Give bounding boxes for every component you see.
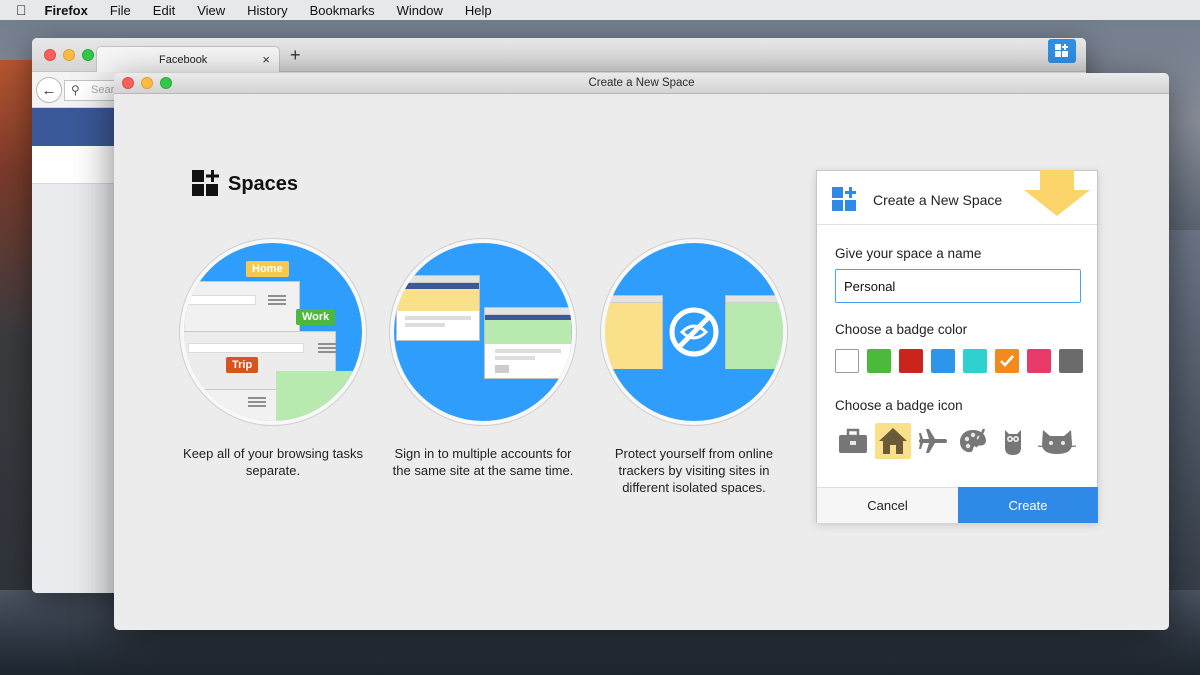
tab-bar: Facebook × + — [32, 38, 1086, 72]
illustration-lines — [268, 295, 286, 306]
dialog-window-controls — [122, 77, 172, 89]
color-swatch-red[interactable] — [899, 349, 923, 373]
tag-home: Home — [246, 261, 289, 277]
color-swatch-green[interactable] — [867, 349, 891, 373]
create-button[interactable]: Create — [958, 487, 1098, 523]
menu-app[interactable]: Firefox — [45, 3, 88, 18]
feature-tracker-protection: Protect yourself from online trackers by… — [601, 239, 787, 496]
color-label: Choose a badge color — [835, 322, 968, 337]
illustration-window — [605, 295, 663, 369]
feature-multiple-accounts: Sign in to multiple accounts for the sam… — [390, 239, 576, 479]
create-space-window: Create a New Space Spaces Home Work Trip — [114, 73, 1169, 630]
color-swatch-turquoise[interactable] — [963, 349, 987, 373]
color-swatches — [835, 349, 1083, 373]
house-icon — [879, 428, 907, 454]
tag-work: Work — [296, 309, 336, 325]
new-tab-button[interactable]: + — [290, 45, 301, 66]
spaces-toolbar-button[interactable] — [1048, 39, 1076, 63]
icon-option-cat[interactable] — [1035, 423, 1079, 459]
menu-file[interactable]: File — [110, 3, 131, 18]
spaces-icon — [832, 187, 856, 211]
icon-option-house[interactable] — [875, 423, 911, 459]
illustration-lines — [248, 397, 266, 408]
no-tracking-icon — [669, 307, 719, 357]
airplane-icon — [919, 429, 947, 453]
cat-icon — [1037, 430, 1077, 454]
back-button[interactable]: ← — [36, 77, 62, 103]
name-label: Give your space a name — [835, 246, 982, 261]
color-swatch-orange[interactable] — [995, 349, 1019, 373]
zoom-window-button[interactable] — [82, 49, 94, 61]
spaces-logo-icon — [192, 170, 219, 196]
tag-trip: Trip — [226, 357, 259, 373]
feature-separate-tasks: Home Work Trip Keep all of your browsing… — [180, 239, 366, 479]
icon-option-airplane[interactable] — [915, 423, 951, 459]
color-swatch-blue[interactable] — [931, 349, 955, 373]
spaces-brand: Spaces — [192, 170, 298, 198]
brand-title: Spaces — [228, 172, 299, 195]
feature-illustration-accounts — [390, 239, 576, 425]
dialog-zoom-button[interactable] — [160, 77, 172, 89]
menu-help[interactable]: Help — [465, 3, 492, 18]
search-icon: ⚲ — [71, 83, 80, 97]
icon-label: Choose a badge icon — [835, 398, 963, 413]
illustration-bar — [188, 295, 256, 305]
arrow-down-icon — [1024, 170, 1090, 216]
dialog-close-button[interactable] — [122, 77, 134, 89]
menu-edit[interactable]: Edit — [153, 3, 175, 18]
feature-caption: Sign in to multiple accounts for the sam… — [392, 446, 574, 478]
space-name-input[interactable] — [835, 269, 1081, 303]
menu-bar:  Firefox File Edit View History Bookmar… — [0, 0, 1200, 20]
panel-header: Create a New Space — [817, 170, 1097, 225]
dialog-minimize-button[interactable] — [141, 77, 153, 89]
illustration-window — [484, 307, 572, 379]
feature-caption: Keep all of your browsing tasks separate… — [183, 446, 363, 478]
color-swatch-white[interactable] — [835, 349, 859, 373]
menu-history[interactable]: History — [247, 3, 287, 18]
spaces-icon — [1055, 44, 1068, 57]
tab-title: Facebook — [159, 54, 208, 66]
menu-bookmarks[interactable]: Bookmarks — [310, 3, 375, 18]
icon-option-palette[interactable] — [955, 423, 991, 459]
color-swatch-gray[interactable] — [1059, 349, 1083, 373]
icon-option-briefcase[interactable] — [835, 423, 871, 459]
briefcase-icon — [839, 428, 867, 453]
illustration-lines — [318, 343, 336, 354]
close-window-button[interactable] — [44, 49, 56, 61]
apple-menu-icon[interactable]:  — [16, 2, 27, 18]
cancel-button[interactable]: Cancel — [817, 487, 958, 523]
menu-window[interactable]: Window — [397, 3, 443, 18]
icon-option-owl[interactable] — [995, 423, 1031, 459]
checkmark-icon — [1000, 355, 1014, 367]
back-arrow-icon: ← — [41, 81, 57, 99]
url-placeholder: Sear — [91, 84, 115, 96]
menu-view[interactable]: View — [197, 3, 225, 18]
dialog-title: Create a New Space — [588, 77, 695, 89]
tab-facebook[interactable]: Facebook × — [96, 46, 280, 72]
badge-icons — [835, 423, 1079, 459]
minimize-window-button[interactable] — [63, 49, 75, 61]
illustration-window — [725, 295, 783, 369]
panel-title: Create a New Space — [873, 192, 1003, 208]
feature-illustration-tasks: Home Work Trip — [180, 239, 366, 425]
feature-illustration-protection — [601, 239, 787, 425]
palette-icon — [960, 428, 986, 453]
color-swatch-pink[interactable] — [1027, 349, 1051, 373]
owl-icon — [1005, 430, 1021, 455]
feature-caption: Protect yourself from online trackers by… — [614, 446, 774, 495]
illustration-bar — [188, 343, 304, 353]
window-controls — [44, 49, 94, 61]
dialog-titlebar: Create a New Space — [114, 73, 1169, 94]
illustration-window — [396, 275, 480, 341]
close-tab-icon[interactable]: × — [262, 52, 270, 67]
illustration-green-page — [276, 371, 362, 421]
create-space-panel: Create a New Space Give your space a nam… — [816, 170, 1098, 523]
